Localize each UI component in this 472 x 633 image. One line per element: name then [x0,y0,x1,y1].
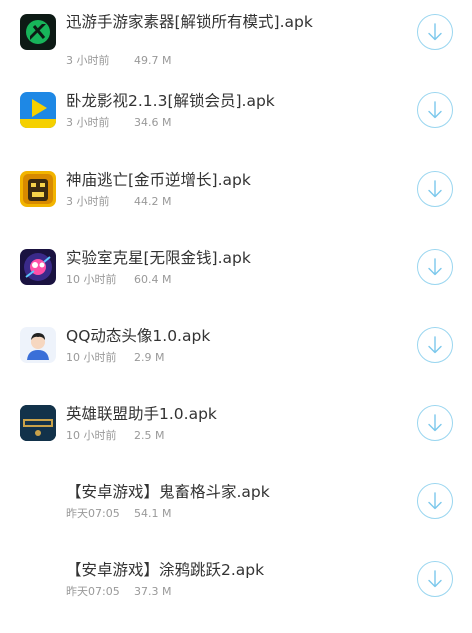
download-arrow-icon [428,101,442,119]
list-item[interactable]: 【安卓游戏】涂鸦跳跃2.apk 昨天07:05 37.3 M [0,548,472,618]
file-list: 迅游手游家素器[解锁所有模式].apk 3 小时前 49.7 M 卧龙影视2.1.… [0,0,472,633]
download-button[interactable] [417,483,453,519]
download-button[interactable] [417,327,453,363]
xunyou-app-icon [20,14,56,50]
list-item[interactable]: 神庙逃亡[金币逆增长].apk 3 小时前 44.2 M [0,157,472,227]
file-time: 3 小时前 [66,54,110,67]
file-name: 神庙逃亡[金币逆增长].apk [66,171,251,189]
file-size: 37.3 M [134,585,172,598]
list-item[interactable]: 实验室克星[无限金钱].apk 10 小时前 60.4 M [0,235,472,305]
file-size: 44.2 M [134,195,172,208]
file-size: 34.6 M [134,116,172,129]
temple-run-app-icon [20,171,56,207]
file-time: 3 小时前 [66,116,110,129]
file-name: QQ动态头像1.0.apk [66,327,211,345]
download-button[interactable] [417,171,453,207]
lol-helper-app-icon [20,405,56,441]
file-name: 【安卓游戏】涂鸦跳跃2.apk [66,561,265,579]
list-item[interactable]: 卧龙影视2.1.3[解锁会员].apk 3 小时前 34.6 M [0,78,472,148]
file-name: 【安卓游戏】鬼畜格斗家.apk [66,483,270,501]
list-item[interactable]: QQ动态头像1.0.apk 10 小时前 2.9 M [0,313,472,383]
file-time: 昨天07:05 [66,585,120,598]
file-time: 10 小时前 [66,351,117,364]
avatar-app-icon [20,327,56,363]
file-meta: 10 小时前 2.5 M [66,427,164,443]
download-arrow-icon [428,570,442,588]
list-item[interactable]: 英雄联盟助手1.0.apk 10 小时前 2.5 M [0,391,472,461]
download-arrow-icon [428,180,442,198]
wolong-video-app-icon [20,92,56,128]
file-time: 10 小时前 [66,273,117,286]
file-size: 2.9 M [134,351,165,364]
download-button[interactable] [417,561,453,597]
file-meta: 10 小时前 60.4 M [66,271,171,287]
download-arrow-icon [428,23,442,41]
download-arrow-icon [428,336,442,354]
file-name: 英雄联盟助手1.0.apk [66,405,217,423]
file-meta: 昨天07:05 37.3 M [66,583,171,599]
file-size: 60.4 M [134,273,172,286]
download-button[interactable] [417,405,453,441]
download-button[interactable] [417,92,453,128]
file-size: 2.5 M [134,429,165,442]
download-button[interactable] [417,249,453,285]
file-time: 3 小时前 [66,195,110,208]
list-item[interactable]: 【安卓游戏】鬼畜格斗家.apk 昨天07:05 54.1 M [0,470,472,540]
file-meta: 3 小时前 34.6 M [66,114,171,130]
file-name: 卧龙影视2.1.3[解锁会员].apk [66,92,275,110]
file-name: 迅游手游家素器[解锁所有模式].apk [66,13,313,31]
file-meta: 3 小时前 49.7 M [66,52,171,68]
file-time: 昨天07:05 [66,507,120,520]
file-meta: 10 小时前 2.9 M [66,349,164,365]
file-meta: 昨天07:05 54.1 M [66,505,171,521]
lab-game-app-icon [20,249,56,285]
download-arrow-icon [428,414,442,432]
download-arrow-icon [428,258,442,276]
file-meta: 3 小时前 44.2 M [66,193,171,209]
download-arrow-icon [428,492,442,510]
list-item[interactable]: 迅游手游家素器[解锁所有模式].apk 3 小时前 49.7 M [0,0,472,70]
file-name: 实验室克星[无限金钱].apk [66,249,251,267]
file-size: 49.7 M [134,54,172,67]
file-size: 54.1 M [134,507,172,520]
download-button[interactable] [417,14,453,50]
file-time: 10 小时前 [66,429,117,442]
